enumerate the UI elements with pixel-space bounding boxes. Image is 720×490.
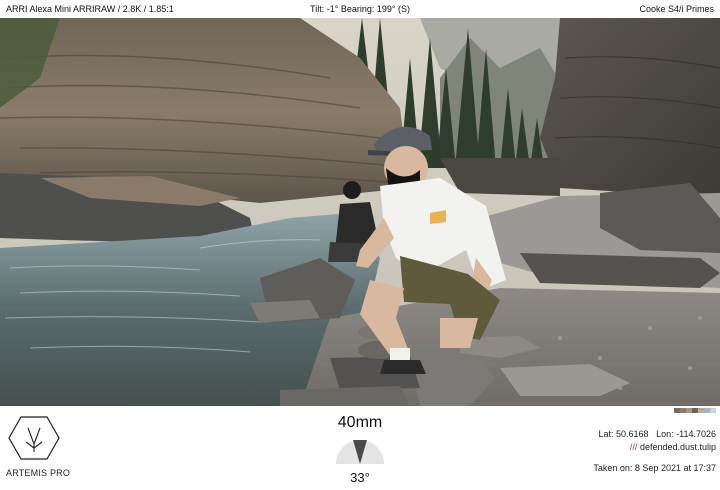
lat-value: 50.6168 [615,429,649,439]
what3words-slashes: /// [629,442,638,452]
taken-on-timestamp: Taken on: 8 Sep 2021 at 17:37 [593,463,716,473]
scene-photo [0,18,720,406]
lens-label: Cooke S4/i Primes [639,4,714,14]
tilt-bearing-label: Tilt: -1° Bearing: 199° (S) [310,4,410,14]
top-info-bar: ARRI Alexa Mini ARRIRAW / 2.8K / 1.85:1 … [0,0,720,18]
lat-label: Lat: [598,429,614,439]
capture-info: Lat: 50.6168 Lon: -114.7026 /// defended… [593,428,716,475]
lon-value: -114.7026 [676,429,716,439]
what3words-value: defended.dust.tulip [639,442,716,452]
bottom-info-bar: ARTEMIS PRO 40mm 33° Lat: 50.6168 Lon: -… [0,406,720,490]
what3words-address: /// defended.dust.tulip [593,441,716,454]
lon-label: Lon: [656,429,674,439]
tilt-gauge-icon [334,438,386,466]
coordinates: Lat: 50.6168 Lon: -114.7026 [593,428,716,441]
photo-viewport [0,18,720,406]
